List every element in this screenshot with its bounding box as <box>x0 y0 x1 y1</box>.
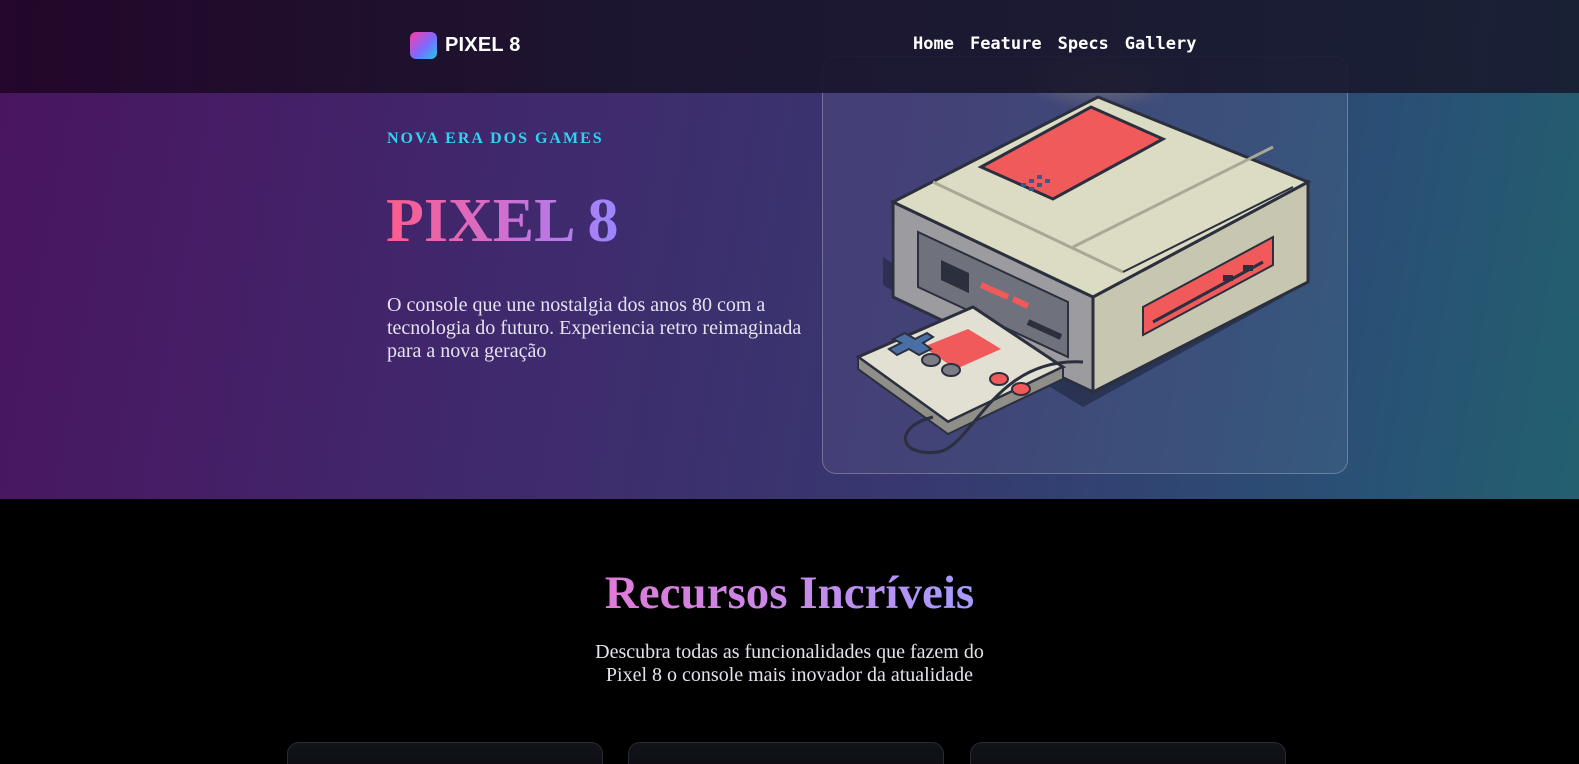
nav-links: Home Feature Specs Gallery <box>913 34 1196 54</box>
features-subtitle-line-2: Pixel 8 o console mais inovador da atual… <box>605 664 974 686</box>
hero-eyebrow: NOVA ERA DOS GAMES <box>387 130 604 147</box>
nav-link-gallery[interactable]: Gallery <box>1125 34 1197 54</box>
hero-description: O console que une nostalgia dos anos 80 … <box>387 294 802 362</box>
hero-title: PIXEL 8 <box>386 187 619 255</box>
nav-link-feature[interactable]: Feature <box>970 34 1042 54</box>
features-title-text: Recursos Incríveis <box>604 567 975 619</box>
features-subtitle-line-1: Descubra todas as funcionalidades que fa… <box>595 641 984 663</box>
features-subtitle: Descubra todas as funcionalidades que fa… <box>0 641 1579 687</box>
feature-card <box>970 742 1286 764</box>
brand[interactable]: PIXEL 8 <box>410 31 521 59</box>
console-illustration <box>854 95 1312 455</box>
feature-card <box>287 742 603 764</box>
hero-image-card <box>822 56 1348 474</box>
nav-link-specs[interactable]: Specs <box>1058 34 1109 54</box>
brand-name: PIXEL 8 <box>445 33 521 56</box>
nav-link-home[interactable]: Home <box>913 34 954 54</box>
feature-card <box>628 742 944 764</box>
brand-logo-icon <box>410 31 437 59</box>
top-navbar: PIXEL 8 Home Feature Specs Gallery <box>0 0 1579 93</box>
features-title: Recursos Incríveis <box>0 565 1579 621</box>
